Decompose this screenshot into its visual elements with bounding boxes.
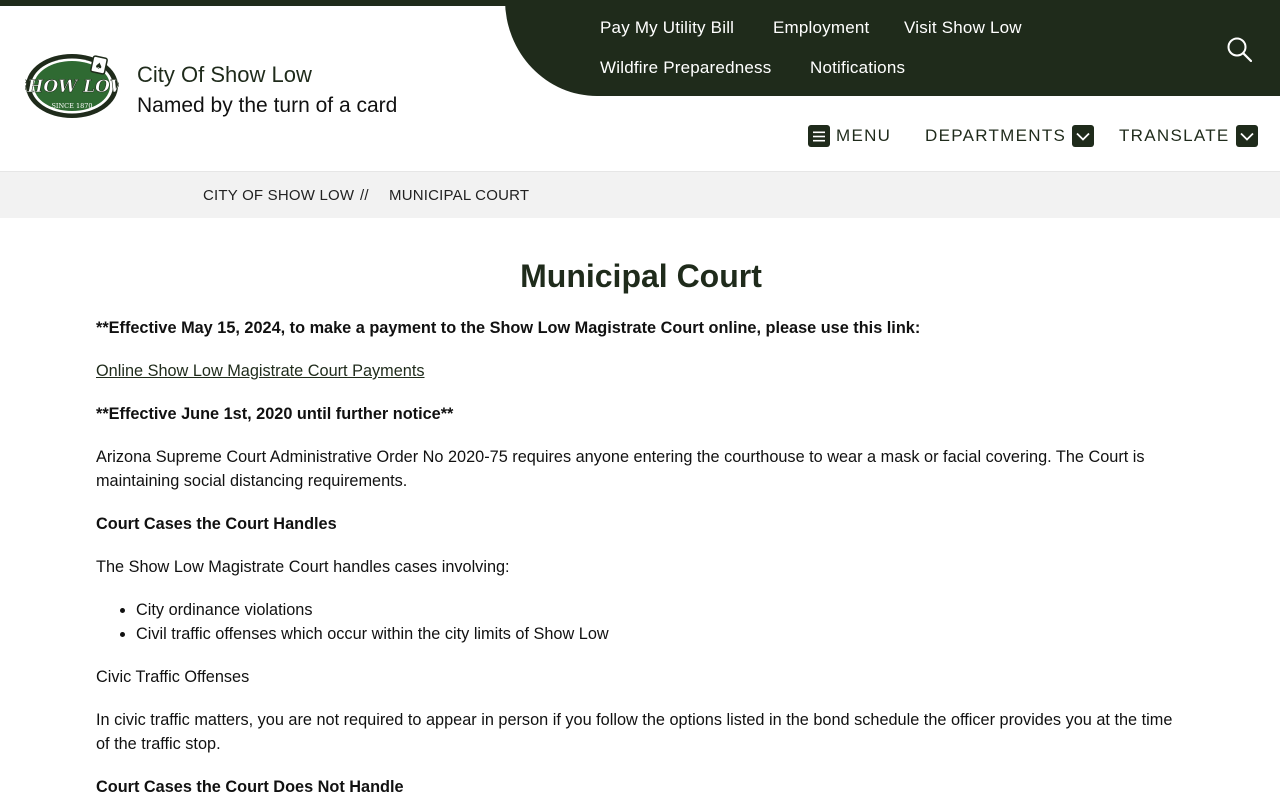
online-payment-link[interactable]: Online Show Low Magistrate Court Payment… <box>96 362 425 380</box>
menu-button[interactable]: MENU <box>808 125 891 147</box>
breadcrumb-separator: // <box>360 187 369 204</box>
city-logo[interactable]: ♠ SHOW LOW SINCE 1870 <box>25 52 119 120</box>
svg-text:SHOW LOW: SHOW LOW <box>25 77 119 97</box>
site-tagline: Named by the turn of a card <box>137 94 398 117</box>
effective-notice: **Effective June 1st, 2020 until further… <box>96 405 454 423</box>
civic-heading: Civic Traffic Offenses <box>96 668 250 686</box>
civic-paragraph: In civic traffic matters, you are not re… <box>96 711 1173 753</box>
chevron-down-icon <box>1235 125 1258 147</box>
utility-link-notifications[interactable]: Notifications <box>810 58 905 78</box>
chevron-down-icon <box>1072 125 1095 147</box>
svg-text:SINCE 1870: SINCE 1870 <box>51 102 92 110</box>
breadcrumb-current: MUNICIPAL COURT <box>389 187 530 204</box>
breadcrumb: CITY OF SHOW LOW // MUNICIPAL COURT <box>0 171 1280 218</box>
departments-dropdown[interactable]: DEPARTMENTS <box>925 125 1095 147</box>
payment-notice: **Effective May 15, 2024, to make a paym… <box>96 319 921 337</box>
handles-heading: Court Cases the Court Handles <box>96 515 337 533</box>
list-item: City ordinance violations <box>136 598 1186 622</box>
site-header: ♠ SHOW LOW SINCE 1870 City Of Show Low N… <box>0 0 1280 171</box>
translate-label: TRANSLATE <box>1119 126 1230 145</box>
utility-link-wildfire-preparedness[interactable]: Wildfire Preparedness <box>600 58 771 78</box>
list-item: Civil traffic offenses which occur withi… <box>136 622 1186 646</box>
handles-intro: The Show Low Magistrate Court handles ca… <box>96 558 510 576</box>
not-handle-heading: Court Cases the Court Does Not Handle <box>96 778 404 796</box>
utility-link-pay-utility-bill[interactable]: Pay My Utility Bill <box>600 18 734 38</box>
handles-list: City ordinance violations Civil traffic … <box>136 598 1186 646</box>
utility-link-visit-show-low[interactable]: Visit Show Low <box>904 18 1022 38</box>
menu-label: MENU <box>836 126 892 145</box>
site-title[interactable]: City Of Show Low <box>137 62 312 88</box>
hamburger-icon <box>808 125 830 147</box>
page-title: Municipal Court <box>520 258 762 294</box>
order-paragraph: Arizona Supreme Court Administrative Ord… <box>96 448 1145 490</box>
main-content: Municipal Court **Effective May 15, 2024… <box>96 258 1186 800</box>
translate-dropdown[interactable]: TRANSLATE <box>1119 125 1258 147</box>
top-strip <box>0 0 1280 6</box>
search-icon[interactable] <box>1226 36 1252 62</box>
utility-link-employment[interactable]: Employment <box>773 18 869 38</box>
utility-nav-band <box>505 0 1280 96</box>
departments-label: DEPARTMENTS <box>925 126 1067 145</box>
breadcrumb-home-link[interactable]: CITY OF SHOW LOW <box>203 187 354 204</box>
